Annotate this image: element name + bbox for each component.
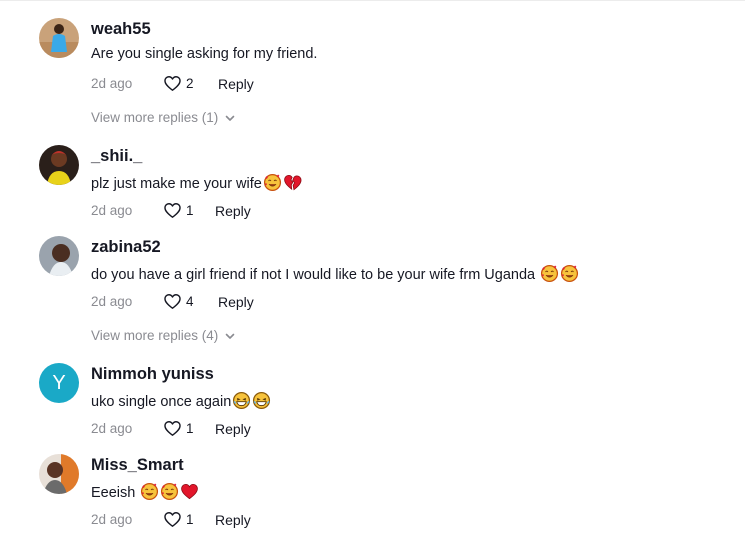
view-more-replies-label: View more replies (1) — [91, 110, 219, 125]
comment-text-body: plz just make me your wife — [91, 176, 262, 192]
comment-text-body: do you have a girl friend if not I would… — [91, 267, 540, 283]
comment-text: Eeeish — [91, 482, 199, 501]
comment-timestamp: 2d ago — [91, 203, 133, 218]
smiling-face-with-hearts-icon — [160, 482, 179, 501]
smiling-face-with-hearts-icon — [540, 264, 559, 283]
reply-button[interactable]: Reply — [218, 294, 254, 310]
smiling-face-with-hearts-icon — [560, 264, 579, 283]
broken-heart-icon — [283, 173, 302, 192]
comment-timestamp: 2d ago — [91, 512, 133, 527]
heart-outline-icon — [163, 201, 182, 220]
reply-button[interactable]: Reply — [215, 421, 251, 437]
heart-outline-icon — [163, 74, 182, 93]
avatar[interactable] — [39, 18, 79, 58]
comment-meta: 2d ago 1 Reply — [91, 510, 391, 530]
avatar[interactable] — [39, 236, 79, 276]
view-more-replies-button[interactable]: View more replies (4) — [91, 328, 236, 343]
comment-timestamp: 2d ago — [91, 76, 133, 91]
heart-outline-icon — [163, 419, 182, 438]
reply-button[interactable]: Reply — [215, 512, 251, 528]
smiling-face-with-hearts-icon — [263, 173, 282, 192]
top-divider — [0, 0, 745, 1]
heart-outline-icon — [163, 510, 182, 529]
like-count: 1 — [186, 421, 194, 436]
comment-text: Are you single asking for my friend. — [91, 46, 317, 62]
like-count: 2 — [186, 76, 194, 91]
reply-button[interactable]: Reply — [218, 76, 254, 92]
comment-timestamp: 2d ago — [91, 421, 133, 436]
view-more-replies-button[interactable]: View more replies (1) — [91, 110, 236, 125]
avatar[interactable] — [39, 454, 79, 494]
comment-username[interactable]: Miss_Smart — [91, 456, 184, 475]
comment-text-body: uko single once again — [91, 394, 232, 410]
reply-button[interactable]: Reply — [215, 203, 251, 219]
comment-meta: 2d ago 1 Reply — [91, 201, 391, 221]
comment-username[interactable]: Nimmoh yuniss — [91, 365, 214, 384]
laughing-face-icon — [232, 391, 251, 410]
view-more-replies-label: View more replies (4) — [91, 328, 219, 343]
avatar-letter: Y — [52, 371, 66, 394]
laughing-face-icon — [252, 391, 271, 410]
comment-text: plz just make me your wife — [91, 173, 302, 192]
like-button[interactable]: 4 — [163, 292, 194, 311]
comment-username[interactable]: zabina52 — [91, 238, 161, 257]
like-count: 1 — [186, 512, 194, 527]
avatar[interactable]: Y — [39, 363, 79, 403]
comment-text-body: Are you single asking for my friend. — [91, 46, 318, 62]
comment-text: do you have a girl friend if not I would… — [91, 264, 579, 283]
comment-text: uko single once again — [91, 391, 271, 410]
like-count: 4 — [186, 294, 194, 309]
like-button[interactable]: 1 — [163, 510, 194, 529]
comment-meta: 2d ago 4 Reply — [91, 292, 391, 312]
avatar[interactable] — [39, 145, 79, 185]
like-button[interactable]: 1 — [163, 419, 194, 438]
heart-outline-icon — [163, 292, 182, 311]
comment-meta: 2d ago 1 Reply — [91, 419, 391, 439]
smiling-face-with-hearts-icon — [140, 482, 159, 501]
red-heart-icon — [180, 482, 199, 501]
chevron-down-icon — [224, 330, 236, 342]
comment-timestamp: 2d ago — [91, 294, 133, 309]
like-button[interactable]: 1 — [163, 201, 194, 220]
chevron-down-icon — [224, 112, 236, 124]
like-button[interactable]: 2 — [163, 74, 194, 93]
like-count: 1 — [186, 203, 194, 218]
comment-username[interactable]: _shii._ — [91, 147, 142, 166]
comment-text-body: Eeeish — [91, 485, 140, 501]
comment-meta: 2d ago 2 Reply — [91, 74, 391, 94]
comment-username[interactable]: weah55 — [91, 20, 151, 39]
